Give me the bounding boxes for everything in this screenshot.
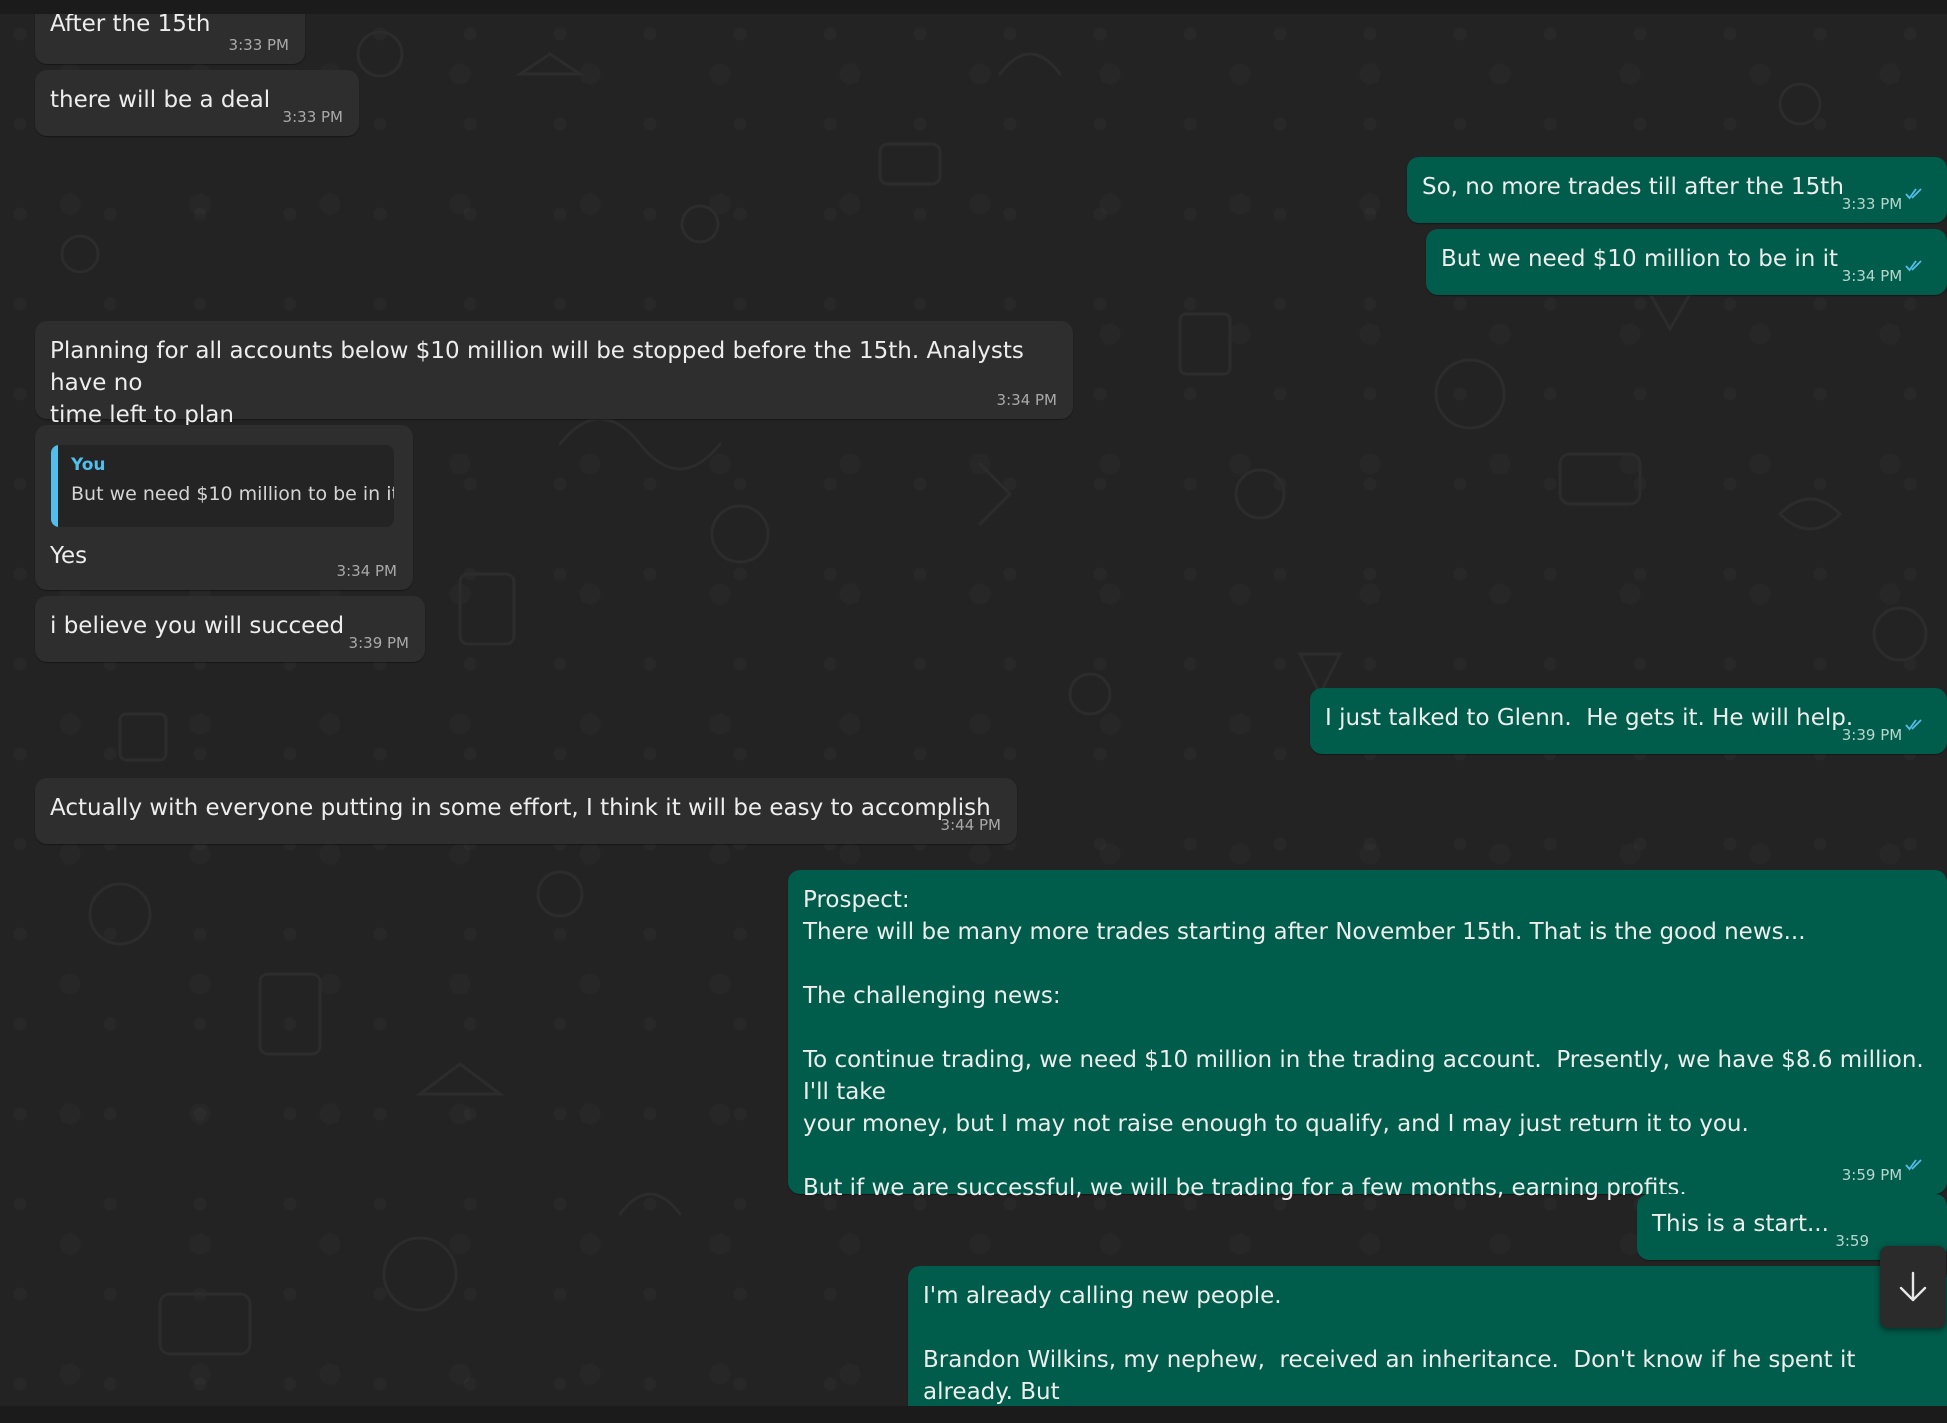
scroll-to-bottom-button[interactable] (1880, 1246, 1946, 1328)
message-text: So, no more trades till after the 15th (1422, 174, 1844, 200)
double-check-read-icon (1905, 260, 1922, 272)
message-incoming[interactable]: i believe you will succeed 3:39 PM (35, 596, 425, 662)
chat-panel[interactable]: After the 15th 3:33 PM there will be a d… (0, 14, 1947, 1406)
message-text: Planning for all accounts below $10 mill… (50, 338, 1024, 428)
arrow-down-icon (1899, 1271, 1927, 1302)
message-text: I just talked to Glenn. He gets it. He w… (1325, 705, 1854, 731)
quoted-message[interactable]: You But we need $10 million to be in it (51, 445, 394, 527)
message-time: 3:59 PM (1841, 1159, 1927, 1184)
message-time: 3:39 PM (348, 634, 409, 652)
message-outgoing[interactable]: So, no more trades till after the 15th 3… (1407, 157, 1947, 223)
message-text: Actually with everyone putting in some e… (50, 795, 991, 821)
message-incoming[interactable]: there will be a deal 3:33 PM (35, 70, 359, 136)
message-text: But we need $10 million to be in it (1441, 246, 1839, 272)
message-time-text: 3:59 PM (1841, 1166, 1903, 1184)
message-time-text: 3:34 PM (1841, 267, 1903, 285)
quote-text: But we need $10 million to be in it (71, 483, 394, 505)
double-check-read-icon (1905, 1159, 1922, 1171)
quote-author: You (71, 455, 106, 475)
message-incoming[interactable]: Actually with everyone putting in some e… (35, 778, 1017, 844)
message-time: 3:34 PM (1841, 260, 1927, 285)
message-time-text: 3:33 PM (1841, 195, 1903, 213)
message-outgoing[interactable]: I'm already calling new people. Brandon … (908, 1266, 1947, 1406)
window-bottom-edge (0, 1406, 1947, 1423)
message-text: Yes (50, 543, 88, 569)
quote-accent-bar (51, 445, 58, 527)
message-text: there will be a deal (50, 87, 271, 113)
message-text: i believe you will succeed (50, 613, 345, 639)
double-check-read-icon (1905, 188, 1922, 200)
message-time: 3:33 PM (1841, 188, 1927, 213)
message-time: 3:33 PM (228, 36, 289, 54)
message-time: 3:34 PM (996, 391, 1057, 409)
message-time: 3:44 PM (940, 816, 1001, 834)
message-time: 3:34 PM (336, 562, 397, 580)
message-text: After the 15th (50, 14, 211, 37)
message-incoming-reply[interactable]: You But we need $10 million to be in it … (35, 425, 413, 590)
message-outgoing[interactable]: Prospect: There will be many more trades… (788, 870, 1947, 1201)
message-text: This is a start... (1652, 1211, 1829, 1237)
message-incoming[interactable]: Planning for all accounts below $10 mill… (35, 321, 1073, 428)
message-time-text: 3:39 PM (1841, 726, 1903, 744)
message-outgoing[interactable]: But we need $10 million to be in it 3:34… (1426, 229, 1947, 295)
window-top-edge (0, 0, 1947, 14)
message-incoming[interactable]: After the 15th 3:33 PM (35, 14, 305, 64)
message-outgoing[interactable]: I just talked to Glenn. He gets it. He w… (1310, 688, 1947, 754)
message-text: I'm already calling new people. Brandon … (923, 1283, 1856, 1405)
message-time: 3:33 PM (282, 108, 343, 126)
message-time: 3:39 PM (1841, 719, 1927, 744)
double-check-read-icon (1905, 719, 1922, 731)
message-text: Prospect: There will be many more trades… (803, 887, 1924, 1201)
message-time: 3:59 (1835, 1232, 1869, 1250)
